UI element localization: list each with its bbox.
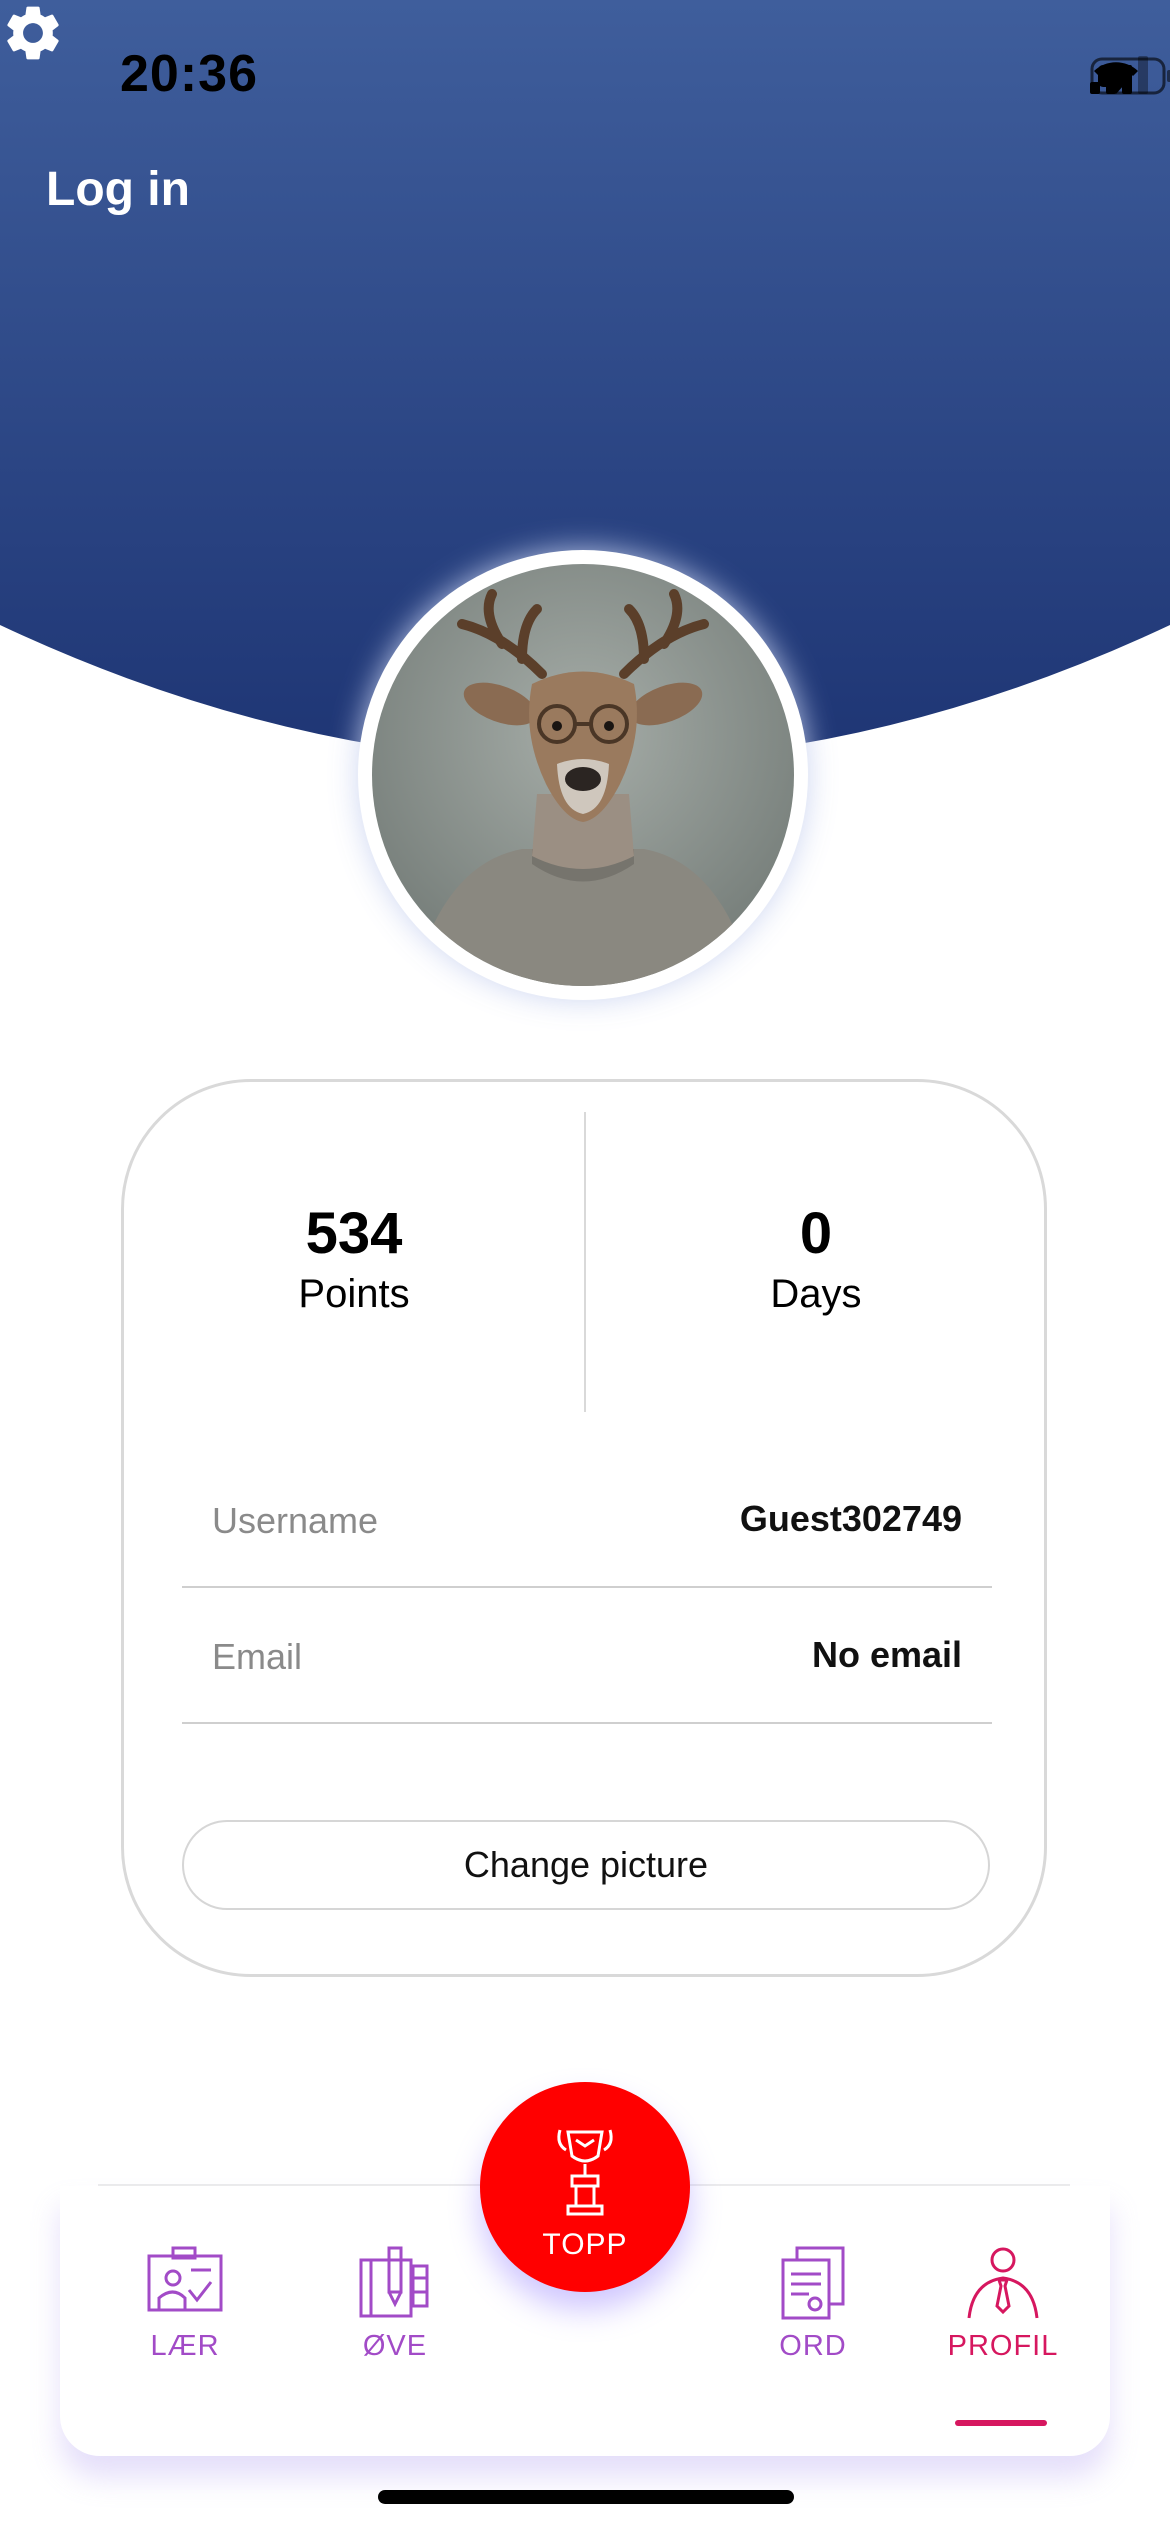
- notebook-pen-icon: [359, 2246, 429, 2318]
- tab-topp-label: TOPP: [542, 2228, 628, 2261]
- documents-icon: [781, 2246, 845, 2320]
- login-button[interactable]: Log in: [46, 162, 190, 217]
- points-stat: 534 Points: [124, 1202, 584, 1317]
- change-picture-button[interactable]: Change picture: [182, 1820, 990, 1910]
- home-indicator: [378, 2490, 794, 2504]
- tab-laer[interactable]: LÆR: [105, 2246, 265, 2363]
- avatar[interactable]: [372, 564, 794, 986]
- tab-ord[interactable]: ORD: [733, 2246, 893, 2363]
- points-label: Points: [298, 1272, 410, 1316]
- points-value: 534: [305, 1201, 403, 1266]
- username-value: Guest302749: [739, 1498, 962, 1539]
- battery-icon: [1090, 57, 1170, 95]
- tab-profil[interactable]: PROFIL: [923, 2246, 1083, 2363]
- days-label: Days: [770, 1272, 862, 1316]
- email-row: Email No email: [182, 1588, 992, 1724]
- days-value: 0: [799, 1201, 833, 1266]
- email-label: Email: [212, 1636, 303, 1677]
- email-value: No email: [811, 1634, 962, 1675]
- person-icon: [967, 2247, 1039, 2319]
- tab-laer-label: LÆR: [150, 2330, 220, 2362]
- tab-profil-label: PROFIL: [947, 2330, 1059, 2362]
- active-tab-indicator: [955, 2420, 1047, 2426]
- presentation-icon: [147, 2246, 223, 2312]
- username-row: Username Guest302749: [182, 1452, 992, 1588]
- gear-icon[interactable]: [0, 0, 66, 66]
- tab-ord-label: ORD: [779, 2330, 847, 2362]
- profile-card: 534 Points 0 Days Username Guest302749 E…: [121, 1079, 1047, 1977]
- trophy-podium-icon: [557, 2129, 613, 2216]
- tab-ove-label: ØVE: [362, 2330, 428, 2362]
- tab-ove[interactable]: ØVE: [315, 2246, 475, 2363]
- tab-topp-button[interactable]: TOPP: [480, 2082, 690, 2292]
- username-label: Username: [212, 1500, 379, 1541]
- status-time: 20:36: [120, 45, 258, 103]
- days-stat: 0 Days: [586, 1202, 1046, 1317]
- avatar-image: [372, 564, 794, 986]
